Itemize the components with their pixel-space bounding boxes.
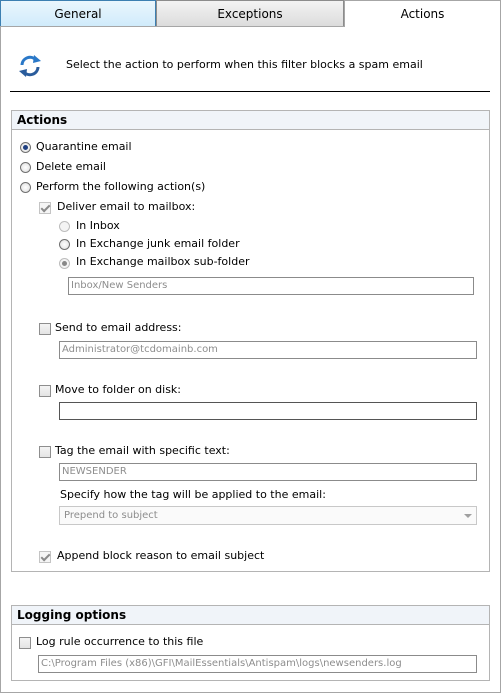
intro-text: Select the action to perform when this f… — [66, 58, 423, 71]
tab-exceptions[interactable]: Exceptions — [156, 0, 344, 26]
perform-actions-radio[interactable] — [20, 182, 31, 193]
tag-how-select[interactable]: Prepend to subject — [59, 506, 477, 525]
refresh-arrows-icon — [16, 52, 44, 80]
quarantine-label: Quarantine email — [36, 140, 132, 153]
delete-radio[interactable] — [20, 162, 31, 173]
log-occurrence-label: Log rule occurrence to this file — [36, 635, 204, 648]
subfolder-input[interactable]: Inbox/New Senders — [68, 277, 474, 295]
subfolder-label: In Exchange mailbox sub-folder — [76, 255, 250, 268]
tag-how-value: Prepend to subject — [64, 510, 158, 521]
send-email-checkbox[interactable] — [39, 323, 51, 335]
tag-text-input[interactable]: NEWSENDER — [59, 463, 477, 481]
append-reason-checkbox[interactable] — [39, 551, 51, 563]
tag-how-label: Specify how the tag will be applied to t… — [60, 488, 326, 501]
quarantine-radio[interactable] — [20, 142, 31, 153]
deliver-mailbox-label: Deliver email to mailbox: — [57, 200, 196, 213]
chevron-down-icon — [464, 514, 472, 518]
tab-actions-label: Actions — [400, 7, 445, 21]
junk-folder-label: In Exchange junk email folder — [76, 237, 240, 250]
tag-email-checkbox[interactable] — [39, 446, 51, 458]
inbox-radio[interactable] — [59, 221, 70, 232]
append-reason-label: Append block reason to email subject — [57, 549, 265, 562]
move-folder-label: Move to folder on disk: — [55, 383, 182, 396]
tab-general-label: General — [54, 6, 102, 21]
intro-divider — [10, 91, 490, 92]
send-email-input[interactable]: Administrator@tcdomainb.com — [59, 341, 477, 359]
subfolder-radio[interactable] — [59, 258, 70, 269]
tab-general[interactable]: General — [0, 0, 156, 26]
send-email-label: Send to email address: — [55, 321, 182, 334]
move-folder-input[interactable] — [59, 402, 477, 420]
tag-email-label: Tag the email with specific text: — [55, 444, 230, 457]
log-path-input[interactable]: C:\Program Files (x86)\GFI\MailEssential… — [38, 655, 477, 673]
logging-group-title: Logging options — [12, 606, 489, 625]
tab-baseline — [0, 26, 344, 27]
perform-actions-label: Perform the following action(s) — [36, 180, 206, 193]
tab-exceptions-label: Exceptions — [217, 6, 283, 21]
junk-folder-radio[interactable] — [59, 239, 70, 250]
log-occurrence-checkbox[interactable] — [19, 637, 31, 649]
delete-label: Delete email — [36, 160, 106, 173]
tab-actions[interactable]: Actions — [344, 0, 501, 27]
actions-group-title: Actions — [12, 111, 489, 130]
inbox-label: In Inbox — [76, 219, 120, 232]
deliver-mailbox-checkbox[interactable] — [39, 202, 51, 214]
move-folder-checkbox[interactable] — [39, 385, 51, 397]
